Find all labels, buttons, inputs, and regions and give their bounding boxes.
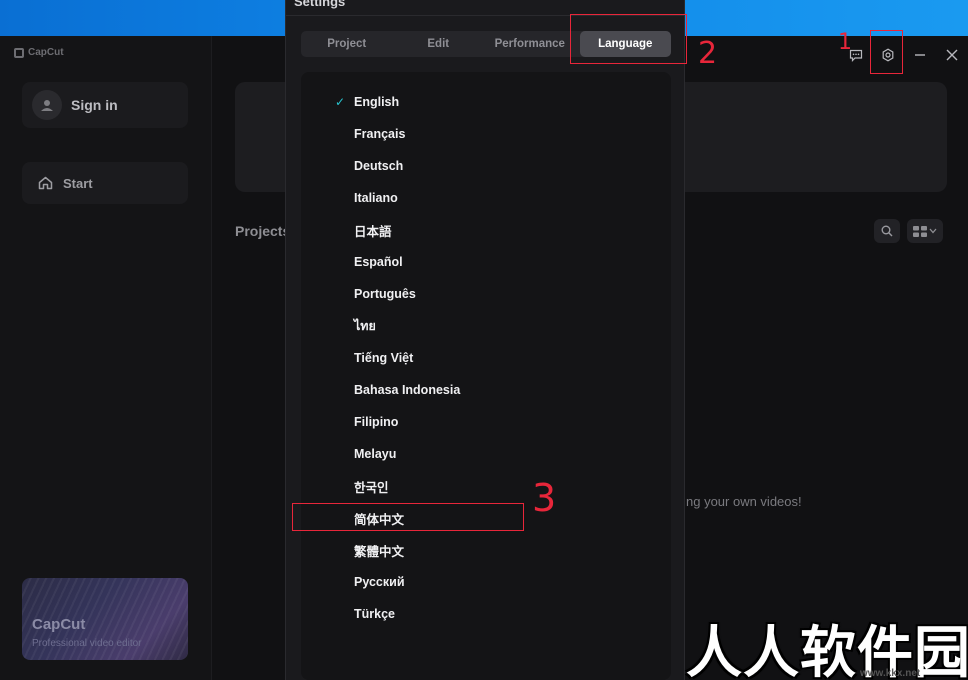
home-icon [38, 176, 53, 190]
tab-performance[interactable]: Performance [484, 31, 576, 57]
language-label: Français [354, 127, 406, 141]
sidebar-item-label: Start [63, 175, 93, 191]
minimize-icon [915, 54, 925, 56]
language-label: Bahasa Indonesia [354, 383, 461, 397]
minimize-button[interactable] [904, 42, 936, 68]
language-label: Tiếng Việt [354, 351, 414, 365]
language-option[interactable]: 繁體中文 [301, 534, 671, 566]
close-button[interactable] [936, 42, 968, 68]
window-controls [840, 42, 968, 68]
language-option[interactable]: Filipino [301, 406, 671, 438]
watermark: 人人软件园 [686, 621, 968, 680]
language-label: Deutsch [354, 159, 404, 173]
projects-heading: Projects [235, 223, 291, 239]
language-label: 日本語 [354, 224, 392, 239]
annotation-step-1: 1 [838, 30, 852, 55]
language-option[interactable]: ไทย [301, 310, 671, 342]
language-label: Türkçe [354, 607, 395, 621]
language-option[interactable]: 日本語 [301, 214, 671, 246]
language-label: Melayu [354, 447, 397, 461]
close-icon [946, 49, 958, 61]
annotation-box-simplified-chinese [292, 503, 524, 531]
check-icon: ✓ [335, 95, 346, 109]
avatar-icon [32, 90, 62, 120]
sidebar-item-start[interactable]: Start [22, 162, 188, 204]
dialog-title: Settings [294, 0, 346, 9]
language-label: 한국인 [354, 480, 389, 495]
promo-title: CapCut [32, 616, 86, 633]
language-option[interactable]: Türkçe [301, 598, 671, 630]
grid-view-icon [913, 225, 927, 237]
chevron-down-icon [929, 228, 937, 234]
tab-edit[interactable]: Edit [393, 31, 485, 57]
annotation-box-language-tab [570, 14, 687, 64]
language-label: ไทย [354, 319, 376, 333]
watermark-url: www.kkx.net [860, 668, 921, 679]
language-option[interactable]: Tiếng Việt [301, 342, 671, 374]
language-label: Filipino [354, 415, 399, 429]
language-option[interactable]: Français [301, 118, 671, 150]
language-label: 繁體中文 [354, 544, 405, 559]
sign-in-label: Sign in [71, 97, 118, 113]
sign-in-button[interactable]: Sign in [22, 82, 188, 128]
annotation-step-2: 2 [698, 36, 718, 71]
language-label: Русский [354, 575, 405, 589]
annotation-box-settings [870, 30, 903, 74]
logo-icon [14, 47, 24, 58]
tab-project[interactable]: Project [301, 31, 393, 57]
language-option[interactable]: Melayu [301, 438, 671, 470]
language-option[interactable]: Русский [301, 566, 671, 598]
language-list: ✓ English Français Deutsch Italiano 日本語 Españo… [301, 72, 671, 680]
annotation-step-3: 3 [532, 476, 557, 520]
language-option[interactable]: 한국인 [301, 470, 671, 502]
view-mode-button[interactable] [907, 219, 943, 243]
promo-banner[interactable]: CapCut Professional video editor [22, 578, 188, 660]
language-option[interactable]: Deutsch [301, 150, 671, 182]
search-button[interactable] [874, 219, 900, 243]
language-label: Português [354, 287, 416, 301]
empty-projects-text: ng your own videos! [686, 494, 802, 509]
sidebar: CapCut Sign in Start CapCut Professional… [0, 36, 212, 680]
settings-dialog: Settings Project Edit Performance Langua… [285, 0, 685, 680]
language-option[interactable]: ✓ English [301, 86, 671, 118]
logo-text: CapCut [28, 47, 64, 58]
promo-subtitle: Professional video editor [32, 638, 142, 649]
language-label: Italiano [354, 191, 398, 205]
language-label: English [354, 95, 400, 109]
language-label: Español [354, 255, 403, 269]
app-logo: CapCut [14, 47, 64, 58]
language-option[interactable]: Bahasa Indonesia [301, 374, 671, 406]
language-option[interactable]: Português [301, 278, 671, 310]
language-option[interactable]: Italiano [301, 182, 671, 214]
language-option[interactable]: Español [301, 246, 671, 278]
search-icon [881, 225, 893, 237]
